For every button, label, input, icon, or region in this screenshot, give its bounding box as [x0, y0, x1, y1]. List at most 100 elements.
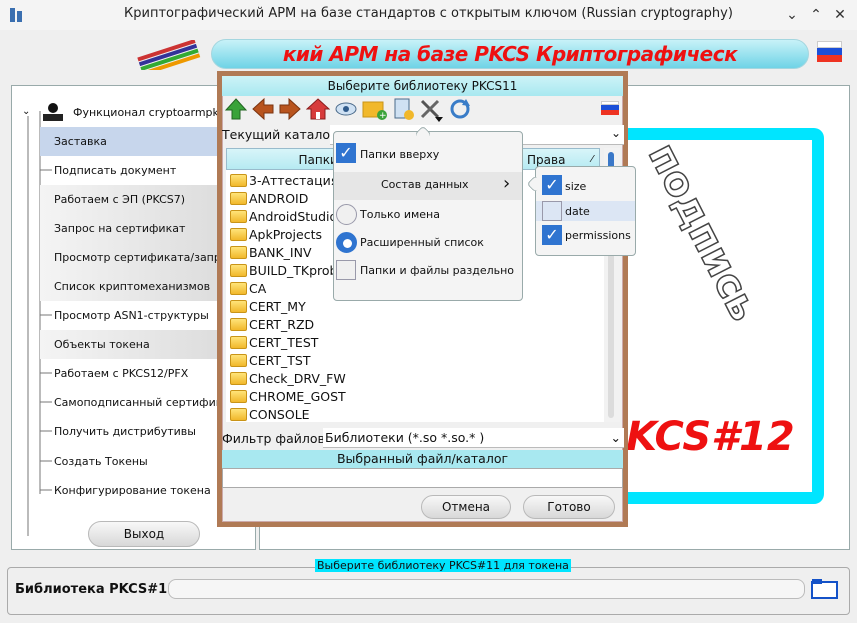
list-item[interactable]: CA: [230, 280, 266, 298]
dialog-title: Выберите библиотеку PKCS11: [222, 76, 623, 96]
file-name: ApkProjects: [249, 227, 323, 242]
folders-on-top-label[interactable]: Папки вверху: [360, 148, 439, 161]
folder-icon: [230, 246, 247, 259]
close-button[interactable]: ✕: [829, 4, 851, 26]
minimize-button[interactable]: ⌄: [781, 4, 803, 26]
folders-on-top-checkbox[interactable]: ✓: [336, 143, 356, 163]
pkcs11-label: Библиотека PKCS#11:: [15, 582, 182, 597]
tree-item-splash[interactable]: Заставка: [40, 127, 228, 156]
filter-label: Фильтр файлов:: [222, 431, 330, 446]
file-name: BUILD_TKprob: [249, 263, 338, 278]
home-icon[interactable]: [305, 97, 331, 121]
list-item[interactable]: AndroidStudioP: [230, 208, 345, 226]
column-header-rights-label: Права: [527, 153, 566, 167]
window-title: Криптографический АРМ на базе стандартов…: [124, 6, 733, 21]
chevron-down-icon[interactable]: ⌄: [611, 428, 621, 448]
selected-label: Выбранный файл/каталог: [222, 450, 623, 468]
exit-button[interactable]: Выход: [88, 521, 200, 547]
extended-list-label[interactable]: Расширенный список: [360, 236, 484, 249]
russian-flag-icon-small[interactable]: [601, 101, 619, 115]
cancel-button[interactable]: Отмена: [421, 495, 511, 519]
folder-open-icon[interactable]: [811, 578, 839, 600]
list-item[interactable]: 3-Аттестация: [230, 172, 338, 190]
file-name: BANK_INV: [249, 245, 312, 260]
new-file-icon[interactable]: [392, 97, 416, 121]
list-item[interactable]: CHROME_GOST: [230, 388, 346, 406]
list-item[interactable]: CERT_RZD: [230, 316, 314, 334]
up-arrow-icon[interactable]: [224, 97, 248, 121]
list-item[interactable]: Check_DRV_FW: [230, 370, 346, 388]
refresh-icon[interactable]: [448, 97, 472, 121]
folder-icon: [230, 228, 247, 241]
selected-file-field[interactable]: [222, 468, 623, 488]
pens-logo: [128, 39, 208, 76]
folder-icon: [230, 408, 247, 421]
names-only-label[interactable]: Только имена: [360, 208, 440, 221]
tree-item-asn1[interactable]: Просмотр ASN1-структуры: [40, 301, 228, 330]
tree-item-request[interactable]: Запрос на сертификат: [40, 214, 228, 243]
folder-icon: [230, 390, 247, 403]
tree-item-sign[interactable]: Подписать документ: [40, 156, 228, 185]
tree-item-pkcs12[interactable]: Работаем с PKCS12/PFX: [40, 359, 228, 388]
tree-item-create-tokens[interactable]: Создать Токены: [40, 447, 228, 476]
file-name: 3-Аттестация: [249, 173, 339, 188]
settings-tools-icon[interactable]: [418, 97, 446, 122]
maximize-button[interactable]: ⌃: [805, 4, 827, 26]
permissions-label[interactable]: permissions: [565, 229, 631, 242]
date-label[interactable]: date: [565, 205, 590, 218]
tree-root-label[interactable]: Функционал cryptoarmpkcs: [73, 106, 231, 119]
file-name: CONSOLE: [249, 407, 310, 422]
pkcs12-text: KCS#12: [626, 414, 795, 460]
tree-item-configure-token[interactable]: Конфигурирование токена: [40, 476, 228, 505]
folder-icon: [230, 300, 247, 313]
tree-expand-icon[interactable]: ⌄: [22, 106, 30, 117]
tree-item-pkcs7[interactable]: Работаем с ЭП (PKCS7): [40, 185, 228, 214]
date-checkbox[interactable]: [542, 201, 562, 221]
separate-label[interactable]: Папки и файлы раздельно: [360, 264, 514, 277]
current-dir-label: Текущий каталог:: [222, 127, 341, 142]
ok-button[interactable]: Готово: [523, 495, 615, 519]
list-item[interactable]: CERT_TEST: [230, 334, 318, 352]
view-eye-icon[interactable]: [334, 97, 358, 121]
tree-item-token-objects[interactable]: Объекты токена: [40, 330, 228, 359]
forward-arrow-icon[interactable]: [278, 97, 302, 121]
file-name: CA: [249, 281, 267, 296]
list-item[interactable]: CERT_MY: [230, 298, 306, 316]
tree-item-selfsigned[interactable]: Самоподписанный сертификат: [40, 388, 228, 417]
names-only-radio[interactable]: [336, 204, 357, 225]
back-arrow-icon[interactable]: [251, 97, 275, 121]
file-name: AndroidStudioP: [249, 209, 345, 224]
tree-item-distributions[interactable]: Получить дистрибутивы: [40, 417, 228, 446]
tree-item-mechanisms[interactable]: Список криптомеханизмов: [40, 272, 228, 301]
folder-icon: [230, 282, 247, 295]
svg-text:+: +: [379, 111, 387, 121]
folder-icon: [230, 264, 247, 277]
extended-list-radio[interactable]: [336, 232, 357, 253]
chevron-down-icon[interactable]: ⌄: [611, 126, 621, 140]
pkcs11-path-field[interactable]: [168, 579, 805, 599]
size-checkbox[interactable]: ✓: [542, 175, 562, 195]
file-name: ANDROID: [249, 191, 309, 206]
user-icon: [38, 102, 68, 122]
tree-item-view-cert[interactable]: Просмотр сертификата/запроса: [40, 243, 228, 272]
list-item[interactable]: BANK_INV: [230, 244, 312, 262]
size-label[interactable]: size: [565, 180, 586, 193]
new-folder-icon[interactable]: +: [362, 97, 387, 121]
list-item[interactable]: ANDROID: [230, 190, 308, 208]
separate-checkbox[interactable]: [336, 260, 356, 280]
folder-icon: [230, 318, 247, 331]
folder-icon: [230, 210, 247, 223]
filter-value: Библиотеки (*.so *.so.* ): [325, 430, 485, 445]
filter-combo[interactable]: Библиотеки (*.so *.so.* ) ⌄: [323, 428, 624, 448]
folder-icon: [230, 192, 247, 205]
data-columns-label[interactable]: Состав данных: [381, 178, 469, 191]
banner-text: кий АРМ на базе PKCS Криптографическ: [282, 42, 738, 66]
permissions-checkbox[interactable]: ✓: [542, 225, 562, 245]
list-item[interactable]: CONSOLE: [230, 406, 310, 422]
file-name: CERT_MY: [249, 299, 306, 314]
russian-flag-icon[interactable]: [817, 41, 842, 63]
list-item[interactable]: CERT_TST: [230, 352, 311, 370]
folder-icon: [230, 174, 247, 187]
list-item[interactable]: BUILD_TKprob: [230, 262, 337, 280]
list-item[interactable]: ApkProjects: [230, 226, 322, 244]
